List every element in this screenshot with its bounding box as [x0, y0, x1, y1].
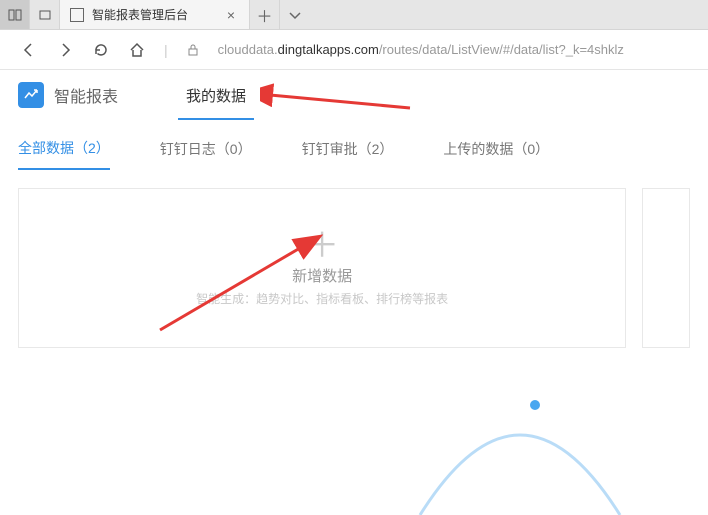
browser-address-bar: | clouddata.dingtalkapps.com/routes/data…	[0, 30, 708, 70]
home-button[interactable]	[128, 41, 146, 59]
address-url[interactable]: clouddata.dingtalkapps.com/routes/data/L…	[218, 42, 624, 57]
browser-tab[interactable]: 智能报表管理后台 ×	[60, 0, 250, 29]
tab-approval-label: 钉钉审批（2）	[302, 141, 394, 157]
plus-icon: ＋	[305, 229, 339, 263]
tab-dingtalk-approval[interactable]: 钉钉审批（2）	[302, 139, 394, 169]
new-tab-button[interactable]: ＋	[250, 0, 280, 29]
tab-title: 智能报表管理后台	[92, 6, 215, 23]
add-data-card[interactable]: ＋ 新增数据 智能生成：趋势对比、指标看板、排行榜等报表	[18, 188, 626, 348]
window-button[interactable]	[30, 0, 60, 29]
lock-icon	[186, 43, 200, 57]
url-path: /routes/data/ListView/#/data/list?_k=4sh…	[379, 42, 624, 57]
decorative-curve	[380, 395, 660, 515]
tab-uploaded[interactable]: 上传的数据（0）	[443, 139, 549, 169]
add-data-title: 新增数据	[292, 265, 352, 286]
tab-all-label: 全部数据（2）	[18, 140, 110, 156]
refresh-button[interactable]	[92, 41, 110, 59]
app-logo	[18, 82, 44, 108]
add-data-subtitle: 智能生成：趋势对比、指标看板、排行榜等报表	[196, 290, 448, 307]
app-title: 智能报表	[54, 83, 118, 107]
next-card-peek[interactable]	[642, 188, 690, 348]
url-prefix: clouddata.	[218, 42, 278, 57]
tab-all-data[interactable]: 全部数据（2）	[18, 138, 110, 170]
tab-close-button[interactable]: ×	[223, 7, 239, 23]
forward-button[interactable]	[56, 41, 74, 59]
nav-my-data[interactable]: 我的数据	[178, 70, 254, 120]
app-header: 智能报表 我的数据	[0, 70, 708, 120]
cards-row: ＋ 新增数据 智能生成：趋势对比、指标看板、排行榜等报表	[0, 178, 708, 348]
tab-actions-button[interactable]	[280, 0, 310, 29]
nav-my-data-label: 我的数据	[186, 85, 246, 106]
browser-titlebar: 智能报表管理后台 × ＋	[0, 0, 708, 30]
back-button[interactable]	[20, 41, 38, 59]
tab-dinglog-label: 钉钉日志（0）	[160, 141, 252, 157]
sidebar-toggle-button[interactable]	[0, 0, 30, 29]
tab-uploaded-label: 上传的数据（0）	[443, 141, 549, 157]
url-host: dingtalkapps.com	[278, 42, 379, 57]
tab-favicon	[70, 8, 84, 22]
tab-dingtalk-log[interactable]: 钉钉日志（0）	[160, 139, 252, 169]
data-tabs: 全部数据（2） 钉钉日志（0） 钉钉审批（2） 上传的数据（0）	[0, 120, 708, 178]
